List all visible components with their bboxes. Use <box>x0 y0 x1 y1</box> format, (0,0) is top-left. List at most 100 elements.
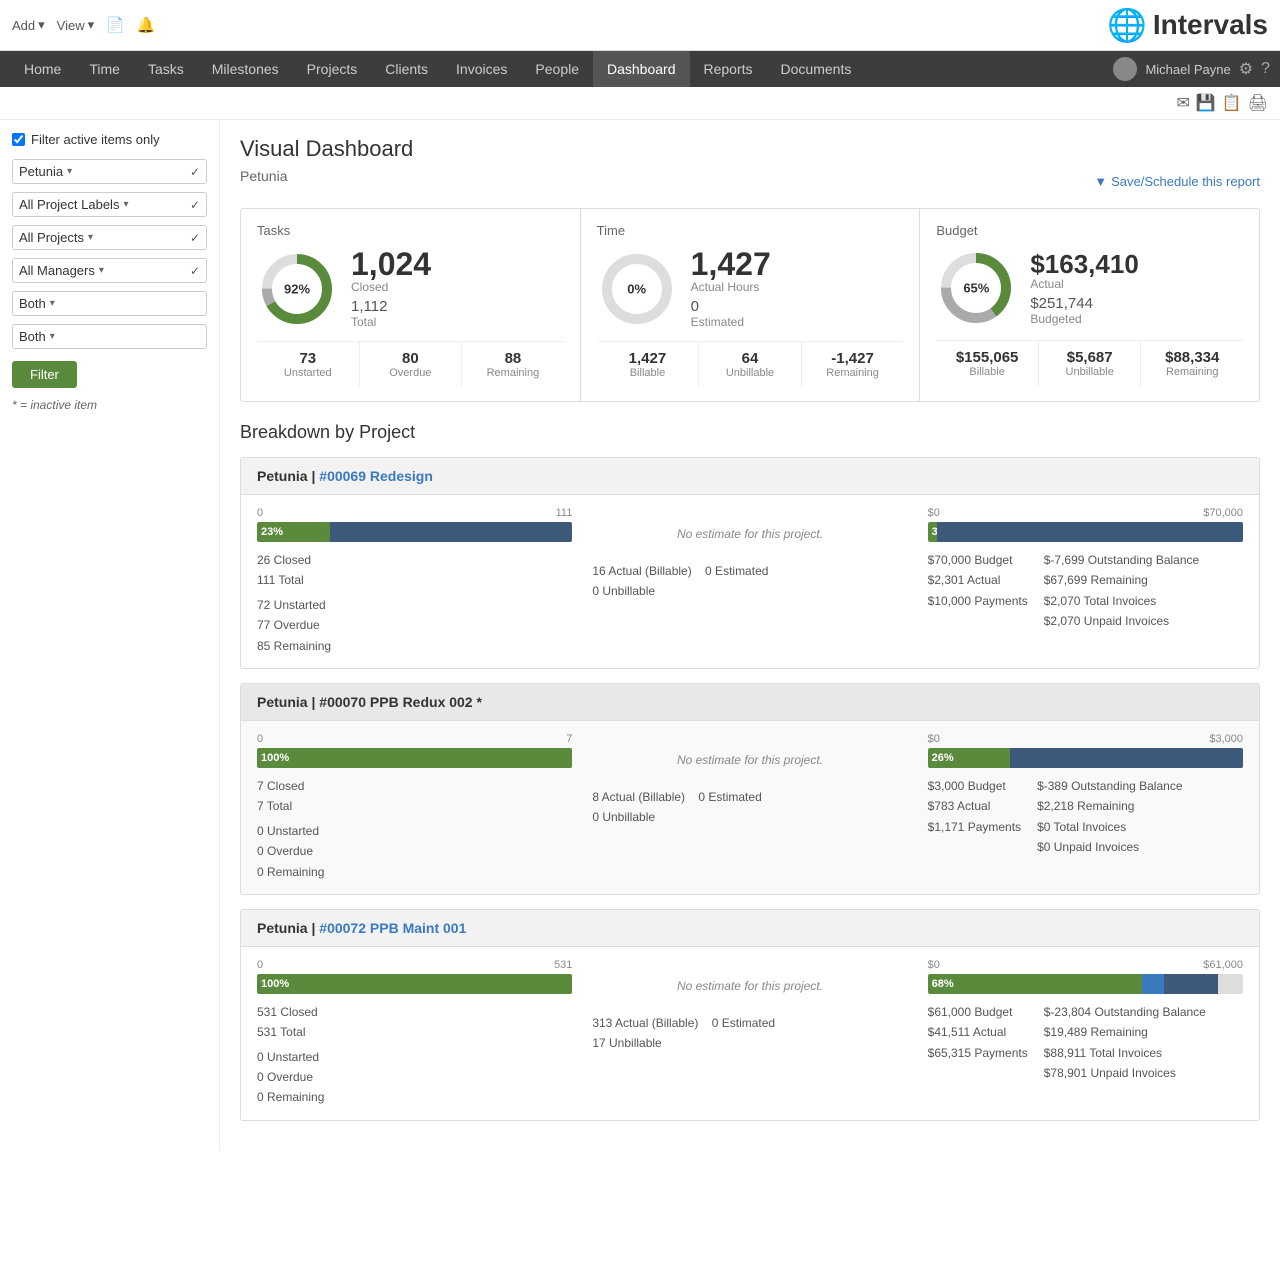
project-labels-check-icon: ✓ <box>190 198 200 212</box>
time-unbillable-num: 64 <box>703 350 797 367</box>
nav-people[interactable]: People <box>521 51 593 87</box>
project-link-1[interactable]: #00069 Redesign <box>319 468 433 484</box>
save-schedule-link[interactable]: ▼ Save/Schedule this report <box>1094 174 1260 189</box>
budget-billable-label: Billable <box>940 366 1034 378</box>
save-icon[interactable]: 💾 <box>1196 93 1216 113</box>
managers-value: All Managers <box>19 263 95 278</box>
proj-budget-stats-2: $3,000 Budget$783 Actual$1,171 Payments … <box>928 776 1243 858</box>
budget-remaining-num: $88,334 <box>1145 349 1239 366</box>
main-content: Visual Dashboard Petunia ▼ Save/Schedule… <box>220 120 1280 1151</box>
proj-tasks-stats2-1: 72 Unstarted77 Overdue85 Remaining <box>257 595 572 656</box>
tasks-total: 1,112 <box>351 298 431 315</box>
projects-check-icon: ✓ <box>190 231 200 245</box>
both-1-value: Both <box>19 296 46 311</box>
add-button[interactable]: Add ▾ <box>12 17 45 33</box>
report-subtitle: Petunia <box>240 168 287 184</box>
nav-invoices[interactable]: Invoices <box>442 51 521 87</box>
nav-documents[interactable]: Documents <box>767 51 866 87</box>
print-icon[interactable]: 🖨 <box>1248 93 1268 113</box>
logo-area: 🌐 Intervals <box>1107 6 1268 44</box>
page-title: Visual Dashboard <box>240 136 1260 162</box>
managers-select[interactable]: All Managers ▾ ✓ <box>12 258 207 283</box>
proj-budget-left-3: $61,000 Budget$41,511 Actual$65,315 Paym… <box>928 1002 1028 1084</box>
time-stats: 1,427 Actual Hours 0 Estimated <box>691 248 771 329</box>
proj-budget-col-3: $0 $61,000 68% $61,000 Budget$41,511 Act… <box>928 959 1243 1108</box>
proj-time-stats-1: 16 Actual (Billable) 0 Estimated0 Unbill… <box>592 561 907 602</box>
petunia-arrow-icon: ▾ <box>67 166 72 177</box>
filter-icon: ▼ <box>1094 174 1107 189</box>
time-billable-label: Billable <box>601 367 695 379</box>
both-1-select[interactable]: Both ▾ <box>12 291 207 316</box>
proj-no-estimate-1: No estimate for this project. <box>592 507 907 561</box>
both-2-select[interactable]: Both ▾ <box>12 324 207 349</box>
tasks-overdue-label: Overdue <box>364 367 458 379</box>
settings-icon[interactable]: ⚙ <box>1239 59 1253 79</box>
filter-active-checkbox[interactable] <box>12 133 25 146</box>
budget-billable: $155,065 Billable <box>936 341 1039 386</box>
budget-stats: $163,410 Actual $251,744 Budgeted <box>1030 251 1138 326</box>
proj-budget-right-2: $-389 Outstanding Balance$2,218 Remainin… <box>1037 776 1182 858</box>
nav-home[interactable]: Home <box>10 51 75 87</box>
project-client-3: Petunia <box>257 920 308 936</box>
document-icon[interactable]: 📄 <box>106 16 125 34</box>
tasks-card: Tasks 92% 1,024 Closed 1,112 <box>241 209 581 401</box>
budget-donut-label: 65% <box>963 281 989 296</box>
nav-tasks[interactable]: Tasks <box>134 51 198 87</box>
budget-card-bottom: $155,065 Billable $5,687 Unbillable $88,… <box>936 340 1243 386</box>
projects-select[interactable]: All Projects ▾ ✓ <box>12 225 207 250</box>
tasks-remaining: 88 Remaining <box>462 342 564 387</box>
proj-budget-col-2: $0 $3,000 26% $3,000 Budget$783 Actual$1… <box>928 733 1243 882</box>
budget-min-1: $0 <box>928 507 940 519</box>
time-card: Time 0% 1,427 Actual Hours 0 Estimated <box>581 209 921 401</box>
export-icon[interactable]: 📋 <box>1222 93 1242 113</box>
proj-budget-left-2: $3,000 Budget$783 Actual$1,171 Payments <box>928 776 1021 858</box>
petunia-select[interactable]: Petunia ▾ ✓ <box>12 159 207 184</box>
project-labels-select[interactable]: All Project Labels ▾ ✓ <box>12 192 207 217</box>
nav-projects[interactable]: Projects <box>293 51 372 87</box>
nav-time[interactable]: Time <box>75 51 134 87</box>
proj-tasks-stats-1: 26 Closed111 Total <box>257 550 572 591</box>
tasks-donut: 92% <box>257 249 337 329</box>
tasks-unstarted-label: Unstarted <box>261 367 355 379</box>
budget-card-title: Budget <box>936 223 1243 238</box>
tasks-min-2: 0 <box>257 733 263 745</box>
project-block-3: Petunia | #00072 PPB Maint 001 0 531 100… <box>240 909 1260 1121</box>
budget-min-2: $0 <box>928 733 940 745</box>
budget-unbillable-num: $5,687 <box>1043 349 1137 366</box>
proj-budget-col-1: $0 $70,000 3% $70,000 Budget$2,301 Actua… <box>928 507 1243 656</box>
tasks-overdue-num: 80 <box>364 350 458 367</box>
project-header-2: Petunia | #00070 PPB Redux 002 * <box>241 684 1259 721</box>
time-total: 0 <box>691 298 771 315</box>
proj-budget-bar-row-2: $0 $3,000 <box>928 733 1243 745</box>
project-labels-arrow-icon: ▾ <box>123 199 128 210</box>
budget-donut: 65% <box>936 248 1016 328</box>
proj-budget-bar-row-3: $0 $61,000 <box>928 959 1243 971</box>
proj-tasks-stats2-3: 0 Unstarted0 Overdue0 Remaining <box>257 1047 572 1108</box>
tasks-min-1: 0 <box>257 507 263 519</box>
petunia-check-icon: ✓ <box>190 165 200 179</box>
logo-text: Intervals <box>1153 9 1268 41</box>
view-button[interactable]: View ▾ <box>57 17 94 33</box>
add-label: Add <box>12 18 35 33</box>
project-link-3[interactable]: #00072 PPB Maint 001 <box>319 920 466 936</box>
top-bar-left: Add ▾ View ▾ 📄 🔔 <box>12 16 156 34</box>
time-remaining-num: -1,427 <box>806 350 900 367</box>
email-icon[interactable]: ✉ <box>1176 93 1189 113</box>
proj-budget-right-3: $-23,804 Outstanding Balance$19,489 Rema… <box>1044 1002 1206 1084</box>
tasks-card-title: Tasks <box>257 223 564 238</box>
budget-bar-track-2: 26% <box>928 748 1243 768</box>
nav-clients[interactable]: Clients <box>371 51 442 87</box>
nav-milestones[interactable]: Milestones <box>198 51 293 87</box>
project-block-1: Petunia | #00069 Redesign 0 111 23% <box>240 457 1260 669</box>
tasks-max-2: 7 <box>566 733 572 745</box>
tasks-unstarted: 73 Unstarted <box>257 342 360 387</box>
bell-icon[interactable]: 🔔 <box>137 16 156 34</box>
filter-button[interactable]: Filter <box>12 361 77 388</box>
proj-time-col-2: No estimate for this project. 8 Actual (… <box>592 733 907 882</box>
budget-bar-track-1: 3% <box>928 522 1243 542</box>
nav-reports[interactable]: Reports <box>690 51 767 87</box>
project-body-3: 0 531 100% 531 Closed531 Total 0 Unstart… <box>241 947 1259 1120</box>
time-card-main: 0% 1,427 Actual Hours 0 Estimated <box>597 248 904 329</box>
help-icon[interactable]: ? <box>1261 60 1270 78</box>
nav-dashboard[interactable]: Dashboard <box>593 51 690 87</box>
